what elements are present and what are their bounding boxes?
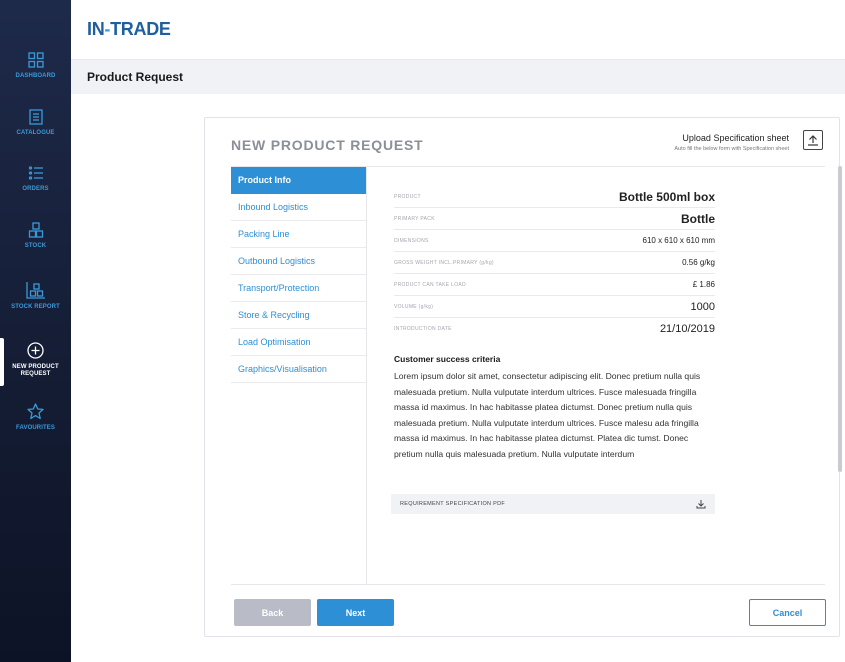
detail-row-product: PRODUCT Bottle 500ml box [394, 186, 715, 208]
sidebar-item-orders[interactable]: ORDERS [0, 165, 71, 193]
detail-value: Bottle 500ml box [618, 189, 715, 204]
detail-label: VOLUME (g/kg) [394, 303, 434, 310]
upload-button[interactable] [803, 130, 823, 150]
sidebar-item-label: DASHBOARD [15, 73, 56, 79]
detail-row-gross-weight: GROSS WEIGHT INCL.PRIMARY (g/kg) 0.56 g/… [394, 252, 715, 274]
sidebar-item-label: STOCK [24, 243, 47, 249]
criteria-text: Lorem ipsum dolor sit amet, consectetur … [394, 371, 701, 459]
detail-value: 1000 [690, 300, 715, 313]
card-title: NEW PRODUCT REQUEST [231, 137, 424, 153]
detail-value: 610 x 610 x 610 mm [642, 236, 715, 245]
pdf-label: REQUIREMENT SPECIFICATION PDF [400, 501, 506, 507]
page-header: Product Request [71, 59, 845, 94]
detail-row-can-take-load: PRODUCT CAN TAKE LOAD £ 1.86 [394, 274, 715, 296]
detail-row-introduction-date: INTRODUCTION DATE 21/10/2019 [394, 318, 715, 340]
sidebar-item-label: ORDERS [22, 186, 49, 192]
new-product-request-card: NEW PRODUCT REQUEST Upload Specification… [204, 117, 842, 637]
detail-label: INTRODUCTION DATE [394, 326, 452, 332]
stock-report-icon [25, 282, 45, 299]
sidebar-item-label: FAVOURITES [16, 425, 55, 431]
upload-title: Upload Specification sheet [682, 133, 789, 143]
menu-item-packing-line[interactable]: Packing Line [231, 221, 366, 248]
page-title: Product Request [87, 70, 184, 84]
requirement-pdf-bar[interactable]: REQUIREMENT SPECIFICATION PDF [391, 494, 715, 514]
detail-row-dimensions: DIMENSIONS 610 x 610 x 610 mm [394, 230, 715, 252]
upload-spec-block: Upload Specification sheet Auto fill the… [674, 133, 789, 152]
menu-item-transport-protection[interactable]: Transport/Protection [231, 275, 366, 302]
detail-label: PRIMARY PACK [394, 215, 435, 222]
sidebar-item-label: CATALOGUE [16, 130, 55, 136]
detail-value: 0.56 g/kg [682, 258, 715, 267]
catalogue-icon [28, 109, 43, 125]
dashboard-icon [27, 52, 44, 68]
detail-label: GROSS WEIGHT INCL.PRIMARY (g/kg) [394, 259, 494, 266]
stock-icon [28, 222, 43, 238]
sidebar-item-stock[interactable]: STOCK [0, 222, 71, 250]
menu-item-outbound-logistics[interactable]: Outbound Logistics [231, 248, 366, 275]
back-button[interactable]: Back [234, 599, 311, 626]
detail-row-volume: VOLUME (g/kg) 1000 [394, 296, 715, 318]
star-icon [27, 403, 44, 420]
menu-item-graphics-visualisation[interactable]: Graphics/Visualisation [231, 356, 366, 383]
detail-value: £ 1.86 [692, 280, 715, 289]
sidebar-item-dashboard[interactable]: DASHBOARD [0, 52, 71, 80]
sidebar-item-stock-report[interactable]: STOCK REPORT [0, 281, 71, 311]
orders-icon [28, 166, 43, 180]
section-menu: Product Info Inbound Logistics Packing L… [231, 167, 367, 585]
detail-row-primary-pack: PRIMARY PACK Bottle [394, 208, 715, 230]
download-icon[interactable] [696, 499, 706, 509]
detail-value: Bottle [681, 211, 715, 226]
plus-circle-icon [27, 342, 44, 359]
scrollbar[interactable] [838, 166, 842, 472]
sidebar: DASHBOARD CATALOGUE ORDERS STOCK STOCK R… [0, 0, 71, 662]
upload-subtitle: Auto fill the below form with Specificat… [674, 146, 789, 152]
sidebar-item-label: NEW PRODUCT REQUEST [12, 364, 59, 377]
criteria-title: Customer success criteria [394, 354, 501, 364]
sidebar-item-new-product-request[interactable]: NEW PRODUCT REQUEST [0, 342, 71, 378]
footer-divider [231, 584, 825, 585]
app-logo[interactable]: IN-TRADE [87, 19, 171, 40]
sidebar-item-label: STOCK REPORT [11, 304, 60, 310]
sidebar-item-catalogue[interactable]: CATALOGUE [0, 109, 71, 137]
sidebar-item-favourites[interactable]: FAVOURITES [0, 403, 71, 432]
detail-label: DIMENSIONS [394, 237, 429, 244]
detail-label: PRODUCT [394, 193, 421, 200]
product-details: PRODUCT Bottle 500ml box PRIMARY PACK Bo… [394, 186, 715, 340]
next-button[interactable]: Next [317, 599, 394, 626]
menu-item-load-optimisation[interactable]: Load Optimisation [231, 329, 366, 356]
detail-label: PRODUCT CAN TAKE LOAD [394, 281, 466, 288]
menu-item-inbound-logistics[interactable]: Inbound Logistics [231, 194, 366, 221]
menu-item-product-info[interactable]: Product Info [231, 167, 366, 194]
detail-value: 21/10/2019 [659, 323, 715, 335]
upload-icon [808, 135, 818, 146]
menu-item-store-recycling[interactable]: Store & Recycling [231, 302, 366, 329]
cancel-button[interactable]: Cancel [749, 599, 826, 626]
